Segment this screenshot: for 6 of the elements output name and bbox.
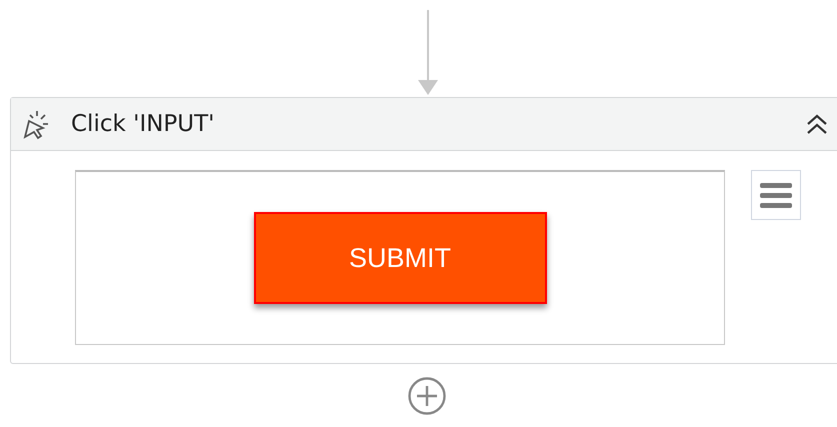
menu-icon: [760, 180, 792, 210]
collapse-icon[interactable]: [805, 112, 829, 136]
menu-button[interactable]: [751, 170, 801, 220]
add-icon[interactable]: [407, 376, 447, 416]
activity-title: Click 'INPUT': [71, 111, 216, 137]
submit-button[interactable]: SUBMIT: [254, 212, 546, 304]
